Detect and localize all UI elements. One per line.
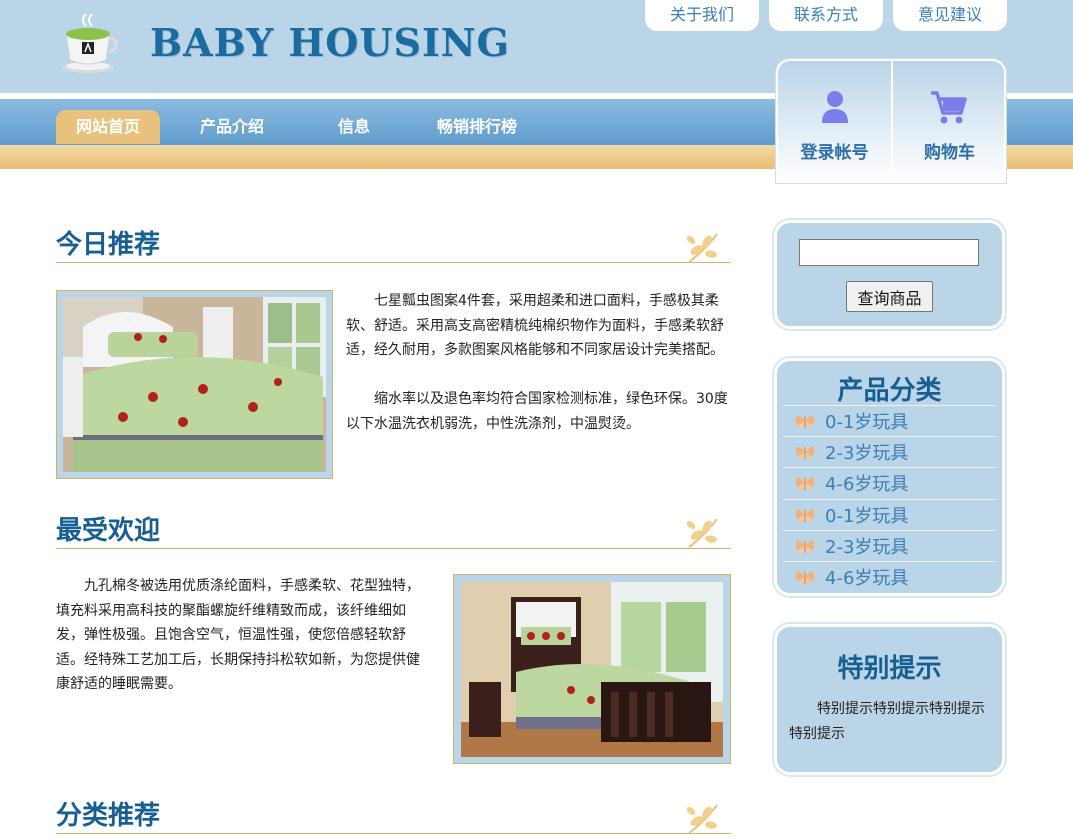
category-list: 0-1岁玩具 2-3岁玩具 4-6岁玩具 0-1岁玩具 2-3岁玩具 4-6岁玩… — [783, 405, 996, 592]
product-image-toddler-bed[interactable] — [453, 574, 731, 764]
nav-products[interactable]: 产品介绍 — [180, 110, 284, 144]
today-description-2: 缩水率以及退色率均符合国家检测标准，绿色环保。30度以下水温洗衣机弱洗，中性洗涤… — [346, 391, 728, 432]
nav-news[interactable]: 信息 — [312, 110, 396, 144]
toplink-about[interactable]: 关于我们 — [645, 0, 759, 31]
section-divider — [56, 548, 731, 549]
bedroom-photo — [63, 297, 326, 472]
category-item[interactable]: 0-1岁玩具 — [783, 498, 996, 530]
nav-bestsellers[interactable]: 畅销排行榜 — [422, 110, 532, 144]
login-label: 登录帐号 — [800, 143, 869, 163]
leaf-decoration-icon — [686, 518, 718, 548]
category-label: 2-3岁玩具 — [825, 443, 909, 465]
bedroom-photo — [461, 582, 723, 757]
cart-button[interactable]: 购物车 — [893, 61, 1006, 181]
category-label: 0-1岁玩具 — [825, 505, 909, 527]
site-logo-text[interactable]: BABY HOUSING — [150, 20, 510, 65]
section-divider — [56, 833, 731, 834]
section-title-today: 今日推荐 — [56, 230, 161, 260]
section-divider — [56, 262, 731, 263]
category-panel: 产品分类 0-1岁玩具 2-3岁玩具 4-6岁玩具 0-1岁玩具 2-3岁玩具 … — [774, 358, 1005, 596]
category-item[interactable]: 4-6岁玩具 — [783, 560, 996, 592]
butterfly-icon — [795, 571, 815, 586]
product-image-ladybug-bed[interactable] — [56, 290, 333, 479]
butterfly-icon — [795, 477, 815, 492]
today-description-1: 七星瓢虫图案4件套，采用超柔和进口面料，手感极其柔软、舒适。采用高支高密精梳纯棉… — [346, 293, 724, 358]
category-label: 0-1岁玩具 — [825, 412, 909, 434]
login-button[interactable]: 登录帐号 — [778, 61, 891, 181]
tips-heading: 特别提示 — [837, 654, 942, 684]
category-item[interactable]: 2-3岁玩具 — [783, 529, 996, 561]
category-item[interactable]: 2-3岁玩具 — [783, 436, 996, 467]
category-heading: 产品分类 — [837, 376, 942, 406]
butterfly-icon — [795, 509, 815, 523]
category-label: 4-6岁玩具 — [825, 568, 909, 590]
category-item[interactable]: 4-6岁玩具 — [783, 467, 996, 498]
user-icon — [822, 91, 848, 123]
search-input[interactable] — [799, 239, 979, 266]
category-label: 2-3岁玩具 — [825, 536, 909, 558]
nav-home[interactable]: 网站首页 — [56, 110, 160, 144]
account-panel: 登录帐号 购物车 — [776, 59, 1006, 183]
category-item[interactable]: 0-1岁玩具 — [783, 405, 996, 436]
cart-label: 购物车 — [924, 143, 975, 163]
popular-description: 九孔棉冬被选用优质涤纶面料，手感柔软、花型独特，填充料采用高科技的聚酯螺旋纤维精… — [56, 578, 420, 692]
search-panel: 查询商品 — [774, 220, 1005, 329]
tips-text: 特别提示特别提示特别提示特别提示 — [789, 701, 985, 742]
section-title-popular: 最受欢迎 — [56, 516, 161, 546]
leaf-decoration-icon — [686, 233, 718, 263]
search-button[interactable]: 查询商品 — [846, 281, 933, 312]
butterfly-icon — [795, 540, 815, 554]
butterfly-icon — [795, 415, 815, 430]
section-title-category: 分类推荐 — [56, 801, 161, 831]
butterfly-icon — [795, 446, 815, 461]
toplink-contact[interactable]: 联系方式 — [769, 0, 883, 31]
toplink-feedback[interactable]: 意见建议 — [893, 0, 1007, 31]
tips-panel: 特别提示 特别提示特别提示特别提示特别提示 — [774, 624, 1005, 775]
leaf-decoration-icon — [686, 804, 718, 834]
logo-cup-icon — [56, 12, 120, 76]
category-label: 4-6岁玩具 — [825, 474, 909, 496]
cart-icon — [931, 91, 967, 124]
